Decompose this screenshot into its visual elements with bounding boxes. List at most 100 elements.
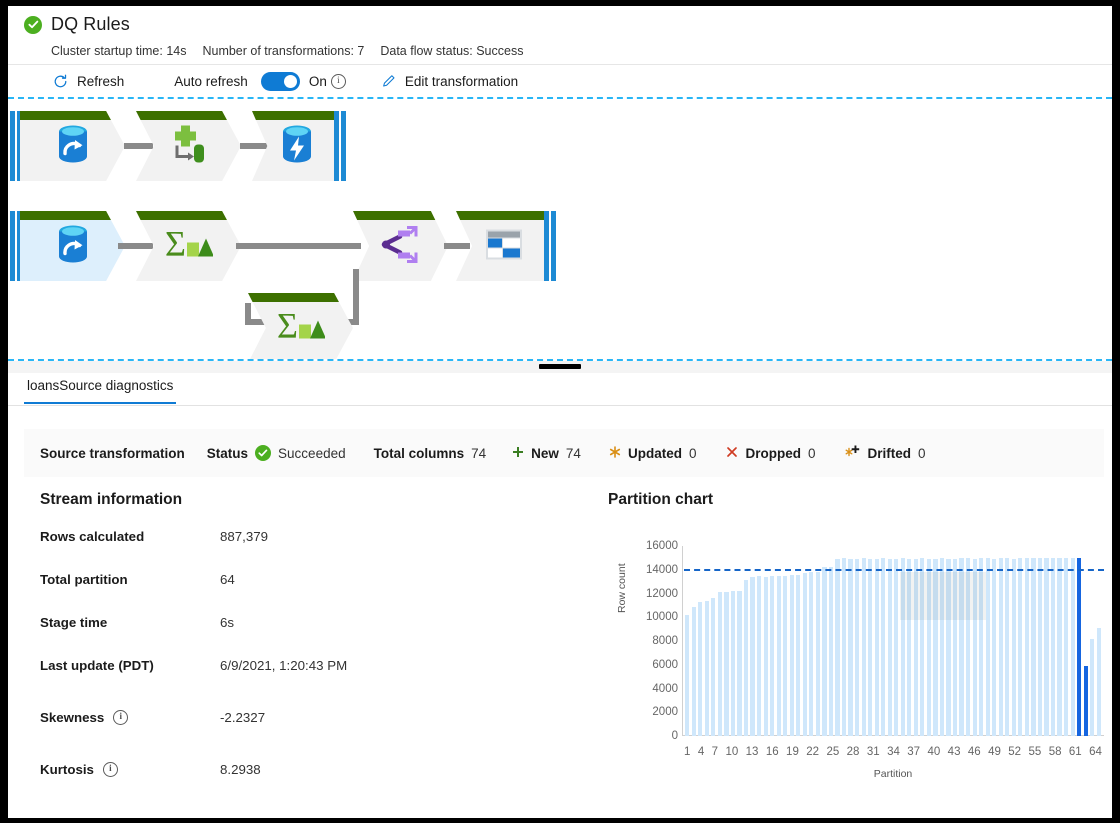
chart-bar[interactable] [887,559,892,736]
chart-bar-cell[interactable] [1095,546,1102,736]
chart-bar[interactable] [1057,558,1062,736]
chart-bar[interactable] [717,592,722,736]
chart-bar[interactable] [881,558,886,736]
chart-bar[interactable] [1070,558,1075,736]
chart-bar[interactable] [1018,558,1023,736]
chart-bar[interactable] [783,575,788,736]
refresh-label: Refresh [77,73,125,89]
chart-bar[interactable] [828,566,834,736]
auto-refresh-toggle[interactable] [260,71,300,91]
data-flow-canvas[interactable]: Σ Σ [8,97,1112,361]
chart-bar[interactable] [868,559,873,736]
chart-bar[interactable] [835,559,840,736]
total-columns-group: Total columns 74 [374,446,487,461]
stream-info-label: Kurtosis i [40,762,220,777]
chart-bar[interactable] [972,559,977,736]
flow-node-window-sink[interactable] [456,211,551,281]
stream-info-row: Stage time 6s [40,615,560,630]
info-icon[interactable]: i [113,710,129,725]
chart-bar[interactable] [933,559,938,736]
auto-refresh-label: Auto refresh [174,73,248,89]
chart-bar[interactable] [907,559,912,736]
chart-bar[interactable] [1044,558,1049,736]
chart-bar[interactable] [815,571,820,736]
chart-bar[interactable] [854,559,860,736]
chart-bar[interactable] [946,559,951,736]
flow-node-loans-source[interactable] [20,211,125,281]
chart-bar[interactable] [691,606,696,736]
partition-chart-plot[interactable]: Row count 16000 14000 12000 10000 8000 6000 40… [608,509,1108,784]
chart-bar[interactable] [750,576,755,736]
chart-bar[interactable] [704,600,709,736]
chart-x-axis-label: Partition [873,768,913,780]
chart-bar[interactable] [743,579,749,736]
chart-bar[interactable] [1096,627,1101,736]
chart-bar[interactable] [822,567,827,736]
flow-node-source-1[interactable] [20,111,125,181]
chart-bar[interactable] [789,574,794,736]
info-icon[interactable]: i [102,762,118,777]
chart-x-tick: 16 [765,746,779,758]
node-header-bar [456,211,551,220]
node-header-bar [20,111,125,120]
chart-bar[interactable] [1031,558,1036,736]
chart-bar[interactable] [985,558,990,736]
chart-bar[interactable] [1005,558,1010,736]
chart-bar[interactable] [992,559,997,736]
chart-bar[interactable] [730,591,736,736]
chart-x-tick: 34 [887,746,900,758]
chart-bar[interactable] [711,598,716,736]
chart-bar[interactable] [894,559,899,736]
stream-info-label-text: Skewness [40,710,105,725]
chart-bar[interactable] [724,591,729,736]
chart-bar[interactable] [959,558,964,736]
window-sink-icon [484,228,524,267]
chart-bar[interactable] [757,576,762,736]
chart-bar[interactable] [1050,558,1056,736]
chart-bar[interactable] [979,558,984,736]
chart-bar[interactable] [926,559,931,736]
chart-bar[interactable] [841,558,847,736]
chart-bar[interactable] [737,590,742,736]
chart-bar[interactable] [920,558,925,736]
flow-node-conditional-split[interactable] [353,211,448,281]
chart-bar[interactable] [913,559,918,736]
chart-bar[interactable] [939,558,945,736]
chart-bar[interactable] [776,576,781,736]
chart-bar[interactable] [763,576,768,736]
chart-bar[interactable] [1090,638,1095,736]
drag-handle[interactable] [539,364,581,369]
chart-bar[interactable] [1011,559,1016,736]
chart-bar[interactable] [770,576,775,736]
toolbar: Refresh Auto refresh On i Edit transform… [8,64,1112,97]
chart-bar[interactable] [796,574,801,736]
edit-transformation-button[interactable]: Edit transformation [381,73,518,89]
chart-bar[interactable] [1063,558,1069,736]
chart-bar[interactable] [698,601,703,736]
chart-bar[interactable] [809,572,814,736]
stream-info-row: Skewness i -2.2327 [40,710,560,725]
chart-bars[interactable] [684,546,1102,736]
chart-bar[interactable] [998,558,1003,736]
chart-bar[interactable] [685,614,690,736]
chart-bar[interactable] [952,559,958,736]
stream-info-value: 6/9/2021, 1:20:43 PM [220,658,348,673]
new-columns-label: New [531,445,559,461]
chart-y-tick: 6000 [652,658,678,671]
flow-node-aggregate-2[interactable]: Σ [248,293,353,359]
chart-bar[interactable] [848,559,853,736]
chart-bar[interactable] [802,573,807,736]
chart-bar[interactable] [1083,665,1088,736]
info-icon[interactable]: i [330,73,346,89]
chart-bar[interactable] [874,559,879,736]
chart-bar[interactable] [966,558,971,736]
chart-bar[interactable] [1037,558,1043,736]
page-title-row: DQ Rules [24,14,130,35]
panel-splitter[interactable] [8,361,1112,373]
chart-bar[interactable] [900,558,905,736]
chart-bar[interactable] [861,558,866,736]
chart-bar[interactable] [1024,558,1029,736]
tab-loanssource-diagnostics[interactable]: loansSource diagnostics [24,375,177,404]
refresh-button[interactable]: Refresh [52,73,124,90]
chart-bar[interactable] [1077,557,1082,736]
